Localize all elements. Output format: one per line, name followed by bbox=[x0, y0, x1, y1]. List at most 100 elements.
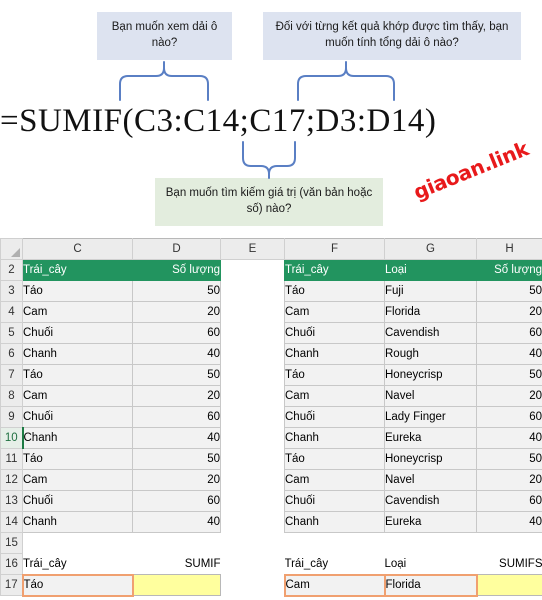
cell-e17[interactable] bbox=[220, 574, 285, 596]
cell-f16[interactable]: Trái_cây bbox=[284, 553, 385, 575]
cell-c[interactable]: Cam bbox=[22, 469, 133, 491]
cell-e[interactable] bbox=[220, 343, 285, 365]
cell-d[interactable]: 20 bbox=[132, 469, 221, 491]
row-header[interactable]: 13 bbox=[0, 490, 23, 512]
cell-g[interactable]: Honeycrisp bbox=[384, 448, 477, 470]
cell-g[interactable]: Eureka bbox=[384, 511, 477, 533]
select-all-corner[interactable] bbox=[0, 238, 23, 260]
cell-f[interactable]: Chuối bbox=[284, 406, 385, 428]
criteria-input-c17[interactable]: Táo bbox=[21, 573, 134, 597]
cell-e[interactable] bbox=[220, 301, 285, 323]
cell-f15[interactable] bbox=[284, 532, 385, 554]
row-header-active[interactable]: 10 bbox=[0, 427, 24, 449]
cell-h[interactable]: 40 bbox=[476, 343, 542, 365]
cell-c[interactable]: Cam bbox=[22, 301, 133, 323]
cell-e2[interactable] bbox=[220, 259, 285, 281]
column-header-e[interactable]: E bbox=[220, 238, 285, 260]
cell-e[interactable] bbox=[220, 364, 285, 386]
cell-h[interactable]: 50 bbox=[476, 364, 542, 386]
row-header-15[interactable]: 15 bbox=[0, 532, 23, 554]
cell-g[interactable]: Honeycrisp bbox=[384, 364, 477, 386]
cell-f[interactable]: Cam bbox=[284, 301, 385, 323]
cell-g[interactable]: Eureka bbox=[384, 427, 477, 449]
cell-f[interactable]: Cam bbox=[284, 469, 385, 491]
column-header-f[interactable]: F bbox=[284, 238, 385, 260]
cell-e[interactable] bbox=[220, 406, 285, 428]
cell-d2[interactable]: Số lượng bbox=[132, 259, 221, 281]
cell-h[interactable]: 50 bbox=[476, 448, 542, 470]
cell-h2[interactable]: Số lượng bbox=[476, 259, 542, 281]
cell-e[interactable] bbox=[220, 280, 285, 302]
row-header[interactable]: 14 bbox=[0, 511, 23, 533]
row-header[interactable]: 4 bbox=[0, 301, 23, 323]
cell-c2[interactable]: Trái_cây bbox=[22, 259, 133, 281]
cell-f[interactable]: Chuối bbox=[284, 490, 385, 512]
cell-e16[interactable] bbox=[220, 553, 285, 575]
cell-e[interactable] bbox=[220, 490, 285, 512]
criteria-input-g17[interactable]: Florida bbox=[383, 573, 478, 597]
cell-d[interactable]: 60 bbox=[132, 490, 221, 512]
sumifs-result-h17[interactable] bbox=[476, 574, 542, 596]
cell-d[interactable]: 20 bbox=[132, 385, 221, 407]
cell-f[interactable]: Chanh bbox=[284, 511, 385, 533]
row-header[interactable]: 8 bbox=[0, 385, 23, 407]
cell-g[interactable]: Florida bbox=[384, 301, 477, 323]
column-header-c[interactable]: C bbox=[22, 238, 133, 260]
cell-c[interactable]: Chanh bbox=[22, 427, 133, 449]
cell-g2[interactable]: Loại bbox=[384, 259, 477, 281]
cell-h16[interactable]: SUMIFS bbox=[476, 553, 542, 575]
row-header[interactable]: 5 bbox=[0, 322, 23, 344]
row-header[interactable]: 6 bbox=[0, 343, 23, 365]
cell-g[interactable]: Navel bbox=[384, 469, 477, 491]
cell-g[interactable]: Cavendish bbox=[384, 322, 477, 344]
row-header-17[interactable]: 17 bbox=[0, 574, 23, 596]
cell-f[interactable]: Chanh bbox=[284, 427, 385, 449]
cell-c15[interactable] bbox=[22, 532, 133, 554]
row-header[interactable]: 7 bbox=[0, 364, 23, 386]
cell-f[interactable]: Chanh bbox=[284, 343, 385, 365]
cell-e[interactable] bbox=[220, 511, 285, 533]
cell-d15[interactable] bbox=[132, 532, 221, 554]
cell-h[interactable]: 40 bbox=[476, 427, 542, 449]
cell-h[interactable]: 20 bbox=[476, 385, 542, 407]
row-header[interactable]: 3 bbox=[0, 280, 23, 302]
row-header-16[interactable]: 16 bbox=[0, 553, 23, 575]
cell-g[interactable]: Fuji bbox=[384, 280, 477, 302]
row-header-2[interactable]: 2 bbox=[0, 259, 23, 281]
cell-c[interactable]: Chuối bbox=[22, 406, 133, 428]
cell-d[interactable]: 40 bbox=[132, 427, 221, 449]
row-header[interactable]: 12 bbox=[0, 469, 23, 491]
cell-f[interactable]: Chuối bbox=[284, 322, 385, 344]
cell-g[interactable]: Lady Finger bbox=[384, 406, 477, 428]
cell-e[interactable] bbox=[220, 385, 285, 407]
cell-e[interactable] bbox=[220, 469, 285, 491]
cell-f[interactable]: Táo bbox=[284, 448, 385, 470]
cell-h[interactable]: 20 bbox=[476, 469, 542, 491]
criteria-input-f17[interactable]: Cam bbox=[283, 573, 386, 597]
cell-c[interactable]: Táo bbox=[22, 364, 133, 386]
cell-c[interactable]: Chuối bbox=[22, 490, 133, 512]
cell-h[interactable]: 60 bbox=[476, 490, 542, 512]
cell-g[interactable]: Cavendish bbox=[384, 490, 477, 512]
cell-c[interactable]: Chanh bbox=[22, 343, 133, 365]
cell-c[interactable]: Táo bbox=[22, 280, 133, 302]
cell-d[interactable]: 60 bbox=[132, 406, 221, 428]
cell-h15[interactable] bbox=[476, 532, 542, 554]
cell-d[interactable]: 40 bbox=[132, 511, 221, 533]
cell-h[interactable]: 40 bbox=[476, 511, 542, 533]
cell-d16[interactable]: SUMIF bbox=[132, 553, 221, 575]
row-header[interactable]: 9 bbox=[0, 406, 23, 428]
cell-g[interactable]: Rough bbox=[384, 343, 477, 365]
cell-c[interactable]: Chuối bbox=[22, 322, 133, 344]
cell-h[interactable]: 60 bbox=[476, 322, 542, 344]
cell-d[interactable]: 50 bbox=[132, 364, 221, 386]
column-header-h[interactable]: H bbox=[476, 238, 542, 260]
cell-f2[interactable]: Trái_cây bbox=[284, 259, 385, 281]
cell-h[interactable]: 50 bbox=[476, 280, 542, 302]
cell-c16[interactable]: Trái_cây bbox=[22, 553, 133, 575]
cell-e15[interactable] bbox=[220, 532, 285, 554]
cell-g[interactable]: Navel bbox=[384, 385, 477, 407]
cell-d[interactable]: 50 bbox=[132, 280, 221, 302]
cell-g16[interactable]: Loại bbox=[384, 553, 477, 575]
sumif-result-d17[interactable] bbox=[132, 574, 221, 596]
